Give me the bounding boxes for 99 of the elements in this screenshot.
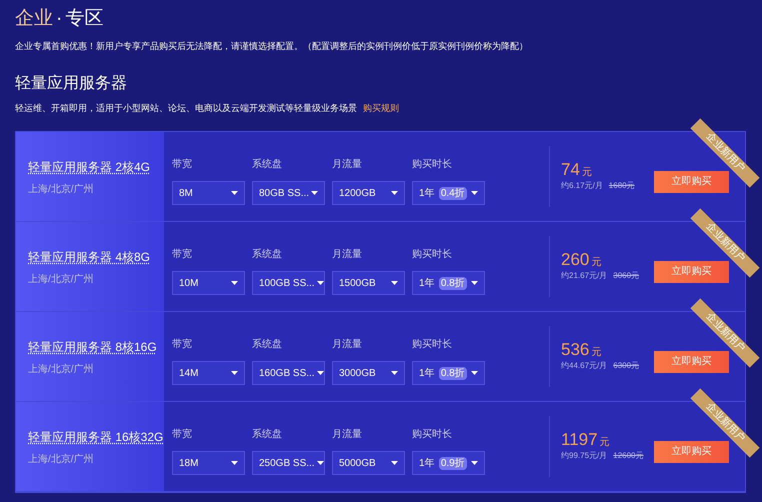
dropdown[interactable]: 14M: [172, 361, 245, 385]
caret-icon: [471, 461, 478, 465]
field-label: 系统盘: [252, 158, 283, 172]
caret-icon: [391, 461, 398, 465]
field-label: 带宽: [172, 338, 193, 352]
price: 260: [561, 250, 590, 270]
caret-icon: [311, 191, 318, 195]
product-regions: 上海/北京/广州: [28, 182, 95, 197]
original-price: 6300元: [613, 360, 640, 372]
discount-badge: 0.8折: [438, 276, 467, 290]
dropdown-value: 250GB SS...: [259, 456, 315, 470]
price-unit: 元: [591, 346, 602, 360]
dropdown[interactable]: 100GB SS...: [252, 271, 325, 295]
section-description: 轻运维、开箱即用，适用于小型网站、论坛、电商以及云端开发测试等轻量级业务场景: [15, 102, 357, 114]
dropdown-value: 1年: [419, 456, 435, 470]
dropdown[interactable]: 250GB SS...: [252, 451, 325, 475]
dropdown[interactable]: 8M: [172, 181, 245, 205]
monthly-price: 约21.67元/月: [561, 270, 608, 282]
field-label: 系统盘: [252, 428, 283, 442]
price: 1197: [561, 430, 598, 450]
price-unit: 元: [591, 256, 602, 270]
price: 536: [561, 340, 590, 360]
dropdown-value: 1年: [419, 276, 435, 290]
product-regions: 上海/北京/广州: [28, 452, 95, 467]
caret-icon: [316, 371, 324, 375]
dropdown[interactable]: 18M: [172, 451, 245, 475]
monthly-price: 约99.75元/月: [561, 450, 608, 462]
product-regions: 上海/北京/广州: [28, 362, 95, 377]
dropdown[interactable]: 1年 0.9折: [412, 451, 485, 475]
field-label: 带宽: [172, 248, 193, 262]
dropdown-value: 8M: [179, 186, 193, 200]
dropdown[interactable]: 10M: [172, 271, 245, 295]
monthly-price: 约44.67元/月: [561, 360, 608, 372]
field-label: 月流量: [332, 158, 363, 172]
field-label: 购买时长: [412, 248, 453, 262]
dropdown[interactable]: 1年 0.4折: [412, 181, 485, 205]
product-regions: 上海/北京/广州: [28, 272, 95, 287]
purchase-rules-link[interactable]: 购买规则: [363, 102, 399, 115]
caret-icon: [391, 371, 398, 375]
field-label: 购买时长: [412, 158, 453, 172]
original-price: 12600元: [613, 450, 644, 462]
field-label: 月流量: [332, 248, 363, 262]
dropdown[interactable]: 1500GB: [332, 271, 405, 295]
dropdown-value: 1年: [419, 366, 435, 380]
dropdown-value: 1200GB: [339, 186, 376, 200]
price-unit: 元: [600, 436, 610, 450]
dropdown[interactable]: 1年 0.8折: [412, 271, 485, 295]
original-price: 1680元: [608, 180, 635, 192]
field-label: 带宽: [172, 158, 193, 172]
product-name: 轻量应用服务器 16核32G: [28, 429, 164, 446]
dropdown-value: 1年: [419, 186, 435, 200]
dropdown[interactable]: 5000GB: [332, 451, 405, 475]
field-label: 月流量: [332, 428, 363, 442]
dropdown-value: 100GB SS...: [259, 276, 315, 290]
title-rest: 专区: [65, 7, 104, 31]
caret-icon: [316, 281, 324, 285]
field-label: 系统盘: [252, 248, 283, 262]
discount-badge: 0.4折: [438, 186, 467, 200]
caret-icon: [231, 371, 238, 375]
dropdown-value: 80GB SS...: [259, 186, 310, 200]
monthly-price: 约6.17元/月: [561, 180, 603, 192]
product-name: 轻量应用服务器 2核4G: [28, 159, 152, 176]
product-name: 轻量应用服务器 8核16G: [28, 339, 158, 356]
field-label: 购买时长: [412, 428, 453, 442]
dropdown-value: 3000GB: [339, 366, 376, 380]
caret-icon: [391, 281, 398, 285]
field-label: 系统盘: [252, 338, 283, 352]
dropdown[interactable]: 160GB SS...: [252, 361, 325, 385]
field-label: 带宽: [172, 428, 193, 442]
notice-text: 企业专属首购优惠！新用户专享产品购买后无法降配，请谨慎选择配置。（配置调整后的实例刊例价低于原实例刊例价称为降配）: [15, 40, 529, 53]
original-price: 3060元: [613, 270, 640, 282]
caret-icon: [391, 191, 398, 195]
caret-icon: [231, 461, 238, 465]
dropdown-value: 10M: [179, 276, 198, 290]
field-label: 月流量: [332, 338, 363, 352]
dropdown-value: 160GB SS...: [259, 366, 315, 380]
caret-icon: [231, 191, 238, 195]
discount-badge: 0.9折: [438, 456, 467, 470]
discount-badge: 0.8折: [438, 366, 467, 380]
dropdown[interactable]: 1年 0.8折: [412, 361, 485, 385]
caret-icon: [316, 461, 324, 465]
caret-icon: [471, 371, 478, 375]
dropdown-value: 14M: [179, 366, 198, 380]
product-name: 轻量应用服务器 4核8G: [28, 249, 152, 266]
dropdown[interactable]: 1200GB: [332, 181, 405, 205]
field-label: 购买时长: [412, 338, 453, 352]
dropdown[interactable]: 3000GB: [332, 361, 405, 385]
dropdown-value: 5000GB: [339, 456, 376, 470]
price-unit: 元: [582, 166, 592, 180]
price: 74: [561, 160, 580, 180]
title-separator: ·: [56, 7, 62, 31]
dropdown[interactable]: 80GB SS...: [252, 181, 325, 205]
caret-icon: [231, 281, 238, 285]
dropdown-value: 18M: [179, 456, 198, 470]
caret-icon: [471, 191, 478, 195]
title-main: 企业: [15, 7, 53, 31]
section-title: 轻量应用服务器: [15, 74, 128, 94]
dropdown-value: 1500GB: [339, 276, 376, 290]
caret-icon: [471, 281, 478, 285]
